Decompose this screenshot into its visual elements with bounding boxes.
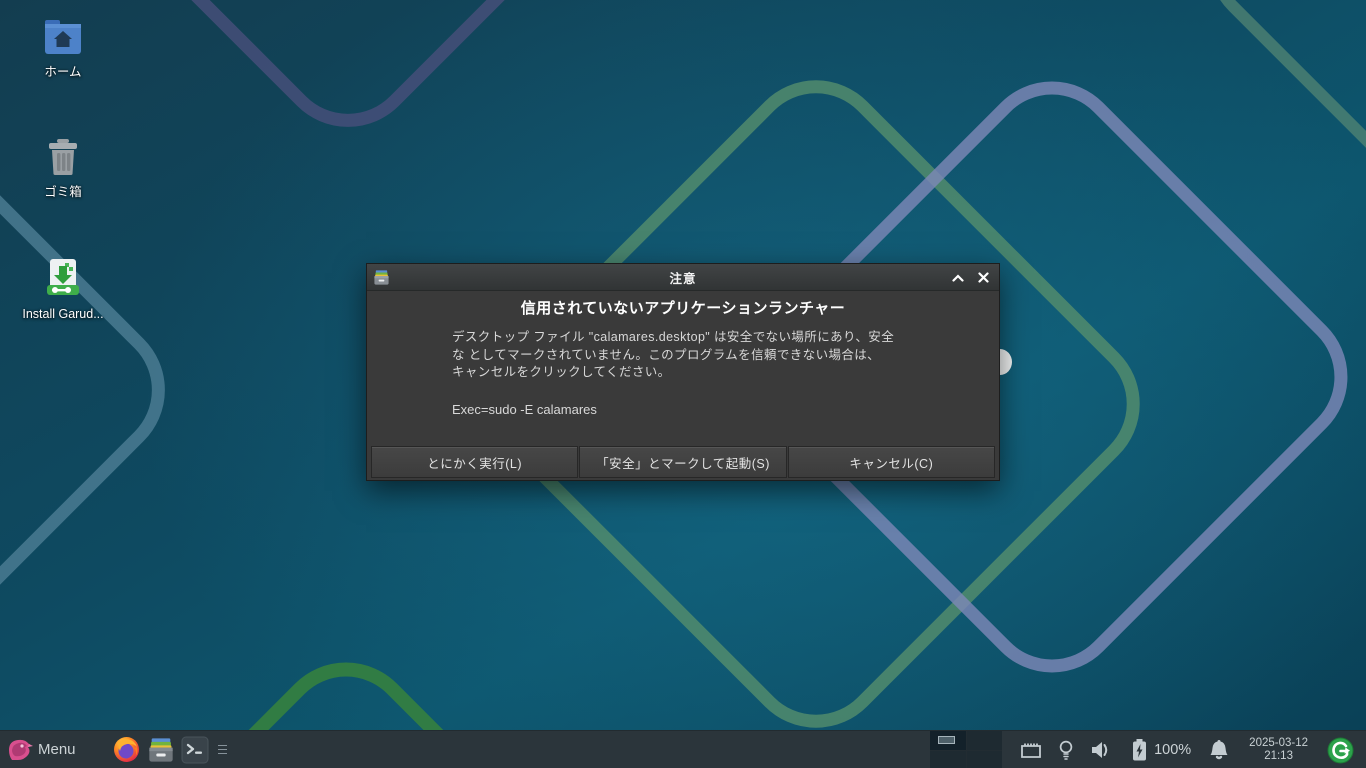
lightbulb-icon <box>1059 740 1073 760</box>
update-notifier-icon <box>1327 737 1354 763</box>
network-icon <box>1021 743 1041 758</box>
volume-icon <box>1092 742 1108 758</box>
trash-icon <box>49 139 77 175</box>
desktop-icon-label: Install Garud... <box>22 307 104 321</box>
dialog-titlebar[interactable]: 注意 <box>367 264 999 291</box>
desktop-icon-label: ホーム <box>44 65 82 79</box>
update-notifier-tray-item[interactable] <box>1327 737 1354 764</box>
dialog-button-row: とにかく実行(L) 「安全」とマークして起動(S) キャンセル(C) <box>371 446 995 478</box>
workspace-2[interactable] <box>966 731 1003 750</box>
desktop-icon-installer[interactable]: Install Garud... <box>15 258 111 321</box>
menu-label: Menu <box>38 741 76 758</box>
volume-tray-item[interactable] <box>1090 740 1114 760</box>
dialog-message-line: キャンセルをクリックしてください。 <box>452 365 671 379</box>
desktop-icon-trash[interactable]: ゴミ箱 <box>15 138 111 199</box>
desktop-icon-label: ゴミ箱 <box>44 185 82 199</box>
chevron-up-icon <box>952 273 964 282</box>
notifications-bell-icon <box>1210 740 1228 760</box>
taskbar: Menu 100% 2025-03-12 21:13 <box>0 730 1366 768</box>
dialog-exec-line: Exec=sudo -E calamares <box>452 402 597 417</box>
workspace-1[interactable] <box>930 731 966 750</box>
launch-anyway-button[interactable]: とにかく実行(L) <box>371 446 579 478</box>
battery-percent-label: 100% <box>1154 742 1192 758</box>
close-icon <box>977 272 989 283</box>
notifications-tray-item[interactable] <box>1208 738 1230 762</box>
launcher-firefox[interactable] <box>110 731 144 768</box>
dialog-title: 注意 <box>669 271 697 286</box>
network-tray-item[interactable] <box>1020 741 1042 759</box>
display-power-tray-item[interactable] <box>1059 740 1073 761</box>
taskbar-right: 100% 2025-03-12 21:13 <box>930 731 1366 768</box>
mark-safe-and-launch-button[interactable]: 「安全」とマークして起動(S) <box>579 446 787 478</box>
battery-tray-item[interactable]: 100% <box>1131 738 1191 762</box>
battery-icon <box>1133 739 1147 761</box>
workspace-window-thumbnail <box>938 736 956 744</box>
launcher-file-manager[interactable] <box>144 731 178 768</box>
wallpaper-diamond-steel <box>0 22 195 758</box>
workspace-4[interactable] <box>966 750 1003 768</box>
folder-home-icon <box>45 20 81 54</box>
dialog-message-line: な としてマークされていません。このプログラムを信頼できない場合は、 <box>452 347 881 362</box>
dialog-message: デスクトップ ファイル "calamares.desktop" は安全でない場所… <box>452 329 894 382</box>
clock-date: 2025-03-12 <box>1249 737 1308 749</box>
dialog-message-line: デスクトップ ファイル "calamares.desktop" は安全でない場所… <box>452 330 895 344</box>
shade-button[interactable] <box>950 270 966 286</box>
close-button[interactable] <box>975 270 991 286</box>
installer-icon <box>47 259 79 295</box>
firefox-icon <box>114 737 140 762</box>
file-manager-icon <box>374 270 389 285</box>
launcher-terminal[interactable] <box>178 731 212 768</box>
warning-dialog: 注意 信用されていないアプリケーションランチャー デスクトップ ファイル "ca… <box>366 263 1000 481</box>
dialog-heading: 信用されていないアプリケーションランチャー <box>520 300 846 317</box>
panel-grip-icon[interactable] <box>217 745 227 754</box>
desktop-icon-home[interactable]: ホーム <box>15 18 111 79</box>
applications-menu-button[interactable]: Menu <box>0 731 84 768</box>
file-manager-icon <box>148 737 173 762</box>
clock-time: 21:13 <box>1264 750 1293 762</box>
terminal-icon <box>181 736 209 763</box>
garuda-menu-icon <box>9 739 33 760</box>
cancel-button[interactable]: キャンセル(C) <box>787 446 995 478</box>
workspace-3[interactable] <box>930 750 966 768</box>
workspace-switcher[interactable] <box>930 731 1003 768</box>
system-tray: 100% 2025-03-12 21:13 <box>1002 737 1366 764</box>
clock[interactable]: 2025-03-12 21:13 <box>1247 737 1310 763</box>
